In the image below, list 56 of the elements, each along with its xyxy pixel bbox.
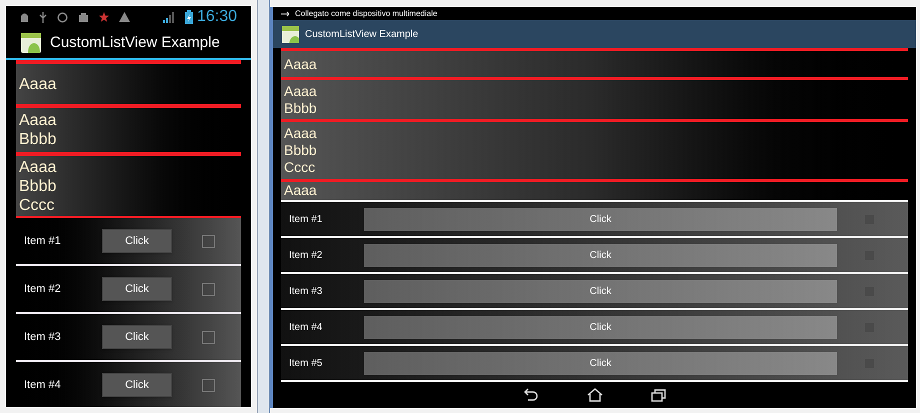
row-text: Aaaa bbox=[284, 82, 318, 100]
star-icon bbox=[99, 12, 109, 22]
recent-apps-icon[interactable] bbox=[650, 388, 666, 402]
row-text: Aaaa bbox=[19, 74, 58, 94]
checkbox[interactable] bbox=[202, 330, 215, 344]
row-text: Aaaa bbox=[19, 158, 58, 176]
checkbox[interactable] bbox=[202, 234, 215, 248]
list-item[interactable]: Item #3 Click bbox=[281, 274, 908, 308]
row-text: Aaaa bbox=[284, 56, 318, 72]
row-text: Bbbb bbox=[284, 142, 318, 159]
bag-icon bbox=[78, 12, 89, 22]
item-label: Item #5 bbox=[289, 356, 324, 370]
list-item[interactable]: Item #1 Click bbox=[281, 202, 908, 236]
item-label: Item #2 bbox=[289, 248, 324, 262]
click-button[interactable]: Click bbox=[364, 208, 837, 230]
app-title: CustomListView Example bbox=[50, 32, 220, 53]
row-text: Aaaa bbox=[284, 125, 318, 142]
checkbox[interactable] bbox=[202, 378, 215, 392]
item-label: Item #4 bbox=[289, 320, 324, 334]
click-button[interactable]: Click bbox=[102, 373, 172, 397]
row-text: Bbbb bbox=[284, 100, 318, 116]
click-button[interactable]: Click bbox=[102, 325, 172, 349]
status-time: 16:30 bbox=[196, 7, 237, 27]
item-label: Item #1 bbox=[24, 234, 62, 249]
back-icon[interactable] bbox=[522, 388, 538, 402]
list-item[interactable]: Item #4 Click bbox=[281, 310, 908, 344]
item-label: Item #2 bbox=[24, 282, 62, 297]
list-item[interactable]: Item #5 Click bbox=[281, 346, 908, 380]
checkbox[interactable] bbox=[202, 282, 215, 296]
usb-icon bbox=[39, 12, 47, 22]
row-text: Aaaa bbox=[19, 111, 58, 130]
app-icon bbox=[20, 32, 42, 54]
item-label: Item #3 bbox=[24, 330, 62, 345]
list-item[interactable]: Item #2 Click bbox=[281, 238, 908, 272]
row-text: Bbbb bbox=[19, 176, 58, 196]
notification-text: Collegato come dispositivo multimediale bbox=[295, 8, 438, 18]
row-text: Aaaa bbox=[284, 182, 318, 199]
row-text: Cccc bbox=[284, 159, 316, 176]
click-button[interactable]: Click bbox=[364, 316, 837, 338]
click-button[interactable]: Click bbox=[364, 280, 837, 302]
click-button[interactable]: Click bbox=[102, 277, 172, 301]
signal-icon bbox=[162, 12, 175, 22]
app-title: CustomListView Example bbox=[305, 28, 418, 42]
row-text: Cccc bbox=[19, 196, 56, 214]
usb-icon bbox=[281, 10, 289, 16]
row-text: Bbbb bbox=[19, 130, 58, 149]
battery-icon bbox=[184, 10, 193, 24]
item-label: Item #4 bbox=[24, 378, 62, 393]
item-label: Item #1 bbox=[289, 212, 324, 226]
click-button[interactable]: Click bbox=[102, 229, 172, 253]
click-button[interactable]: Click bbox=[364, 352, 837, 374]
click-button[interactable]: Click bbox=[364, 244, 837, 266]
home-icon[interactable] bbox=[586, 388, 602, 402]
item-label: Item #3 bbox=[289, 284, 324, 298]
warning-icon bbox=[119, 12, 130, 22]
app-icon bbox=[281, 25, 299, 43]
